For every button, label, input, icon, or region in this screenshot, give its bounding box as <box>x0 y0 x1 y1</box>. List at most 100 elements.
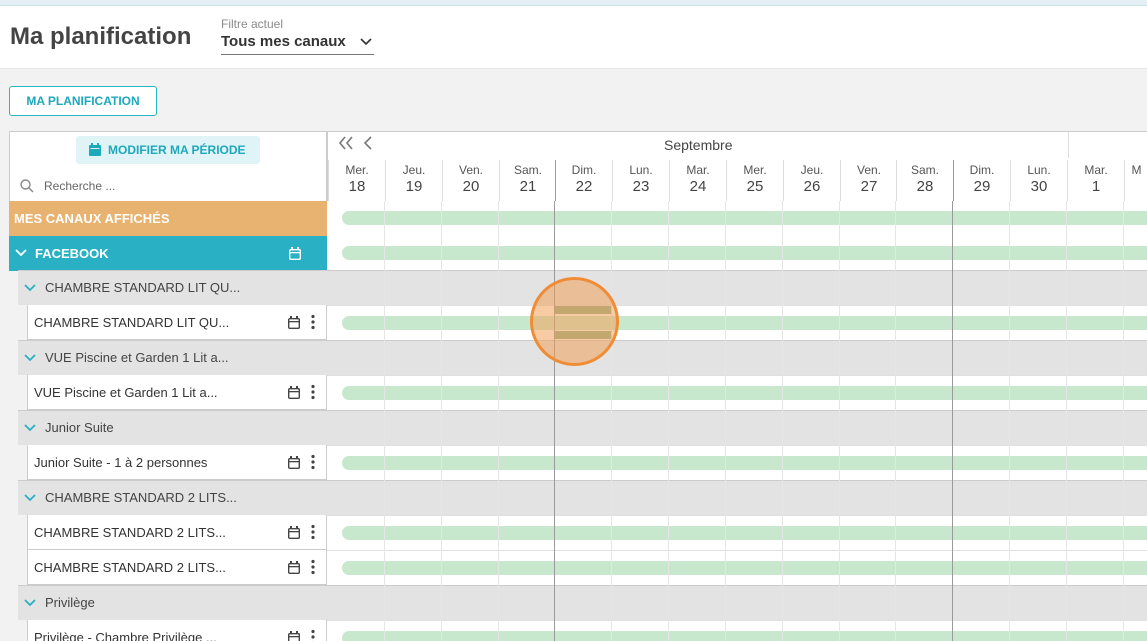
row-grid <box>327 201 1147 236</box>
day-number: 21 <box>519 178 537 195</box>
day-header: Mar. 1 <box>1067 160 1124 202</box>
calendar-icon[interactable] <box>288 561 300 574</box>
chevron-down-icon[interactable] <box>15 249 27 257</box>
day-number: 19 <box>405 178 423 195</box>
day-header: Lun. 30 <box>1010 160 1067 202</box>
row-grid <box>327 236 1147 271</box>
day-name: Mer. <box>743 163 767 177</box>
more-options-icon[interactable] <box>310 314 316 330</box>
chevron-down-icon[interactable] <box>24 284 36 292</box>
room-header: CHAMBRE STANDARD LIT QU... <box>27 305 327 340</box>
availability-bar[interactable] <box>342 316 1147 330</box>
room-group-row[interactable]: Privilège <box>18 585 1147 620</box>
more-options-icon[interactable] <box>310 384 316 400</box>
chevron-down-icon[interactable] <box>24 354 36 362</box>
search-input[interactable] <box>44 176 314 196</box>
chevron-down-icon[interactable] <box>24 424 36 432</box>
day-number: 27 <box>860 178 878 195</box>
availability-bar[interactable] <box>342 526 1147 540</box>
day-number: 20 <box>462 178 480 195</box>
day-header: Mer. 18 <box>328 160 385 202</box>
day-number: 25 <box>746 178 764 195</box>
room-group-row[interactable]: CHAMBRE STANDARD 2 LITS... <box>18 480 1147 515</box>
group-label: Junior Suite <box>45 420 114 435</box>
chevron-down-icon[interactable] <box>24 599 36 607</box>
group-header: Privilège <box>18 586 318 621</box>
all-channels-row: MES CANAUX AFFICHÉS <box>9 201 1147 236</box>
more-options-icon[interactable] <box>310 524 316 540</box>
availability-bar[interactable] <box>342 211 1147 225</box>
availability-bar[interactable] <box>342 386 1147 400</box>
row-grid <box>327 305 1147 340</box>
room-group-row[interactable]: Junior Suite <box>18 410 1147 445</box>
day-header: Ven. 20 <box>442 160 499 202</box>
row-grid <box>327 515 1147 550</box>
day-name: Mar. <box>686 163 710 177</box>
more-options-icon[interactable] <box>310 454 316 470</box>
day-header: Sam. 28 <box>896 160 953 202</box>
day-name: Mar. <box>1084 163 1108 177</box>
room-label: VUE Piscine et Garden 1 Lit a... <box>34 385 218 400</box>
channel-filter-select[interactable]: Tous mes canaux <box>221 31 374 55</box>
calendar-icon[interactable] <box>289 247 301 260</box>
calendar-icon <box>89 143 101 156</box>
room-row: Privilège - Chambre Privilège ... <box>9 620 1147 641</box>
calendar-icon[interactable] <box>288 316 300 329</box>
room-label: CHAMBRE STANDARD LIT QU... <box>34 315 230 330</box>
calendar-icon[interactable] <box>288 456 300 469</box>
room-header: Privilège - Chambre Privilège ... <box>27 620 327 641</box>
chevron-left-icon[interactable] <box>363 136 373 150</box>
room-row: Junior Suite - 1 à 2 personnes <box>9 445 1147 480</box>
calendar-icon[interactable] <box>288 386 300 399</box>
day-header: Mer. 25 <box>726 160 783 202</box>
chevron-down-icon[interactable] <box>24 494 36 502</box>
day-name: Sam. <box>513 163 542 177</box>
day-number: 30 <box>1030 178 1048 195</box>
filter-caption: Filtre actuel <box>221 17 284 31</box>
more-options-icon[interactable] <box>310 629 316 641</box>
day-number: 1 <box>1091 178 1101 195</box>
day-name: Jeu. <box>402 163 426 177</box>
row-grid <box>327 620 1147 641</box>
my-planning-button[interactable]: MA PLANIFICATION <box>9 86 157 116</box>
availability-bar[interactable] <box>342 456 1147 470</box>
day-header: Ven. 27 <box>840 160 897 202</box>
group-header: CHAMBRE STANDARD 2 LITS... <box>18 481 318 516</box>
room-row: CHAMBRE STANDARD 2 LITS... <box>9 515 1147 550</box>
availability-bar[interactable] <box>342 246 1147 260</box>
all-channels-label: MES CANAUX AFFICHÉS <box>9 201 327 236</box>
day-name: Ven. <box>856 163 882 177</box>
group-header: Junior Suite <box>18 411 318 446</box>
click-highlight[interactable] <box>530 277 619 366</box>
day-header: Jeu. 26 <box>783 160 840 202</box>
group-header: CHAMBRE STANDARD LIT QU... <box>18 271 318 306</box>
room-row: VUE Piscine et Garden 1 Lit a... <box>9 375 1147 410</box>
availability-bar[interactable] <box>342 631 1147 641</box>
group-header: VUE Piscine et Garden 1 Lit a... <box>18 341 318 376</box>
room-header: Junior Suite - 1 à 2 personnes <box>27 445 327 480</box>
room-header: CHAMBRE STANDARD 2 LITS... <box>27 550 327 585</box>
group-label: Privilège <box>45 595 95 610</box>
day-number: 29 <box>973 178 991 195</box>
day-number: 26 <box>803 178 821 195</box>
row-grid <box>327 445 1147 480</box>
day-number: 18 <box>348 178 366 195</box>
day-header: Lun. 23 <box>612 160 669 202</box>
day-header: Mar. 24 <box>669 160 726 202</box>
day-name: Jeu. <box>800 163 824 177</box>
calendar-icon[interactable] <box>288 526 300 539</box>
availability-bar[interactable] <box>342 561 1147 575</box>
modify-period-button[interactable]: MODIFIER MA PÉRIODE <box>76 136 260 164</box>
sidebar-header: MODIFIER MA PÉRIODE <box>9 131 327 201</box>
room-label: Privilège - Chambre Privilège ... <box>34 630 217 641</box>
day-header: Jeu. 19 <box>385 160 442 202</box>
day-name: Lun. <box>1027 163 1051 177</box>
more-options-icon[interactable] <box>310 559 316 575</box>
room-header: CHAMBRE STANDARD 2 LITS... <box>27 515 327 550</box>
day-number: 22 <box>575 178 593 195</box>
room-header: VUE Piscine et Garden 1 Lit a... <box>27 375 327 410</box>
calendar-icon[interactable] <box>288 631 300 641</box>
day-number: 28 <box>916 178 934 195</box>
double-chevron-left-icon[interactable] <box>338 136 354 150</box>
channel-row-facebook[interactable]: FACEBOOK <box>9 236 1147 271</box>
